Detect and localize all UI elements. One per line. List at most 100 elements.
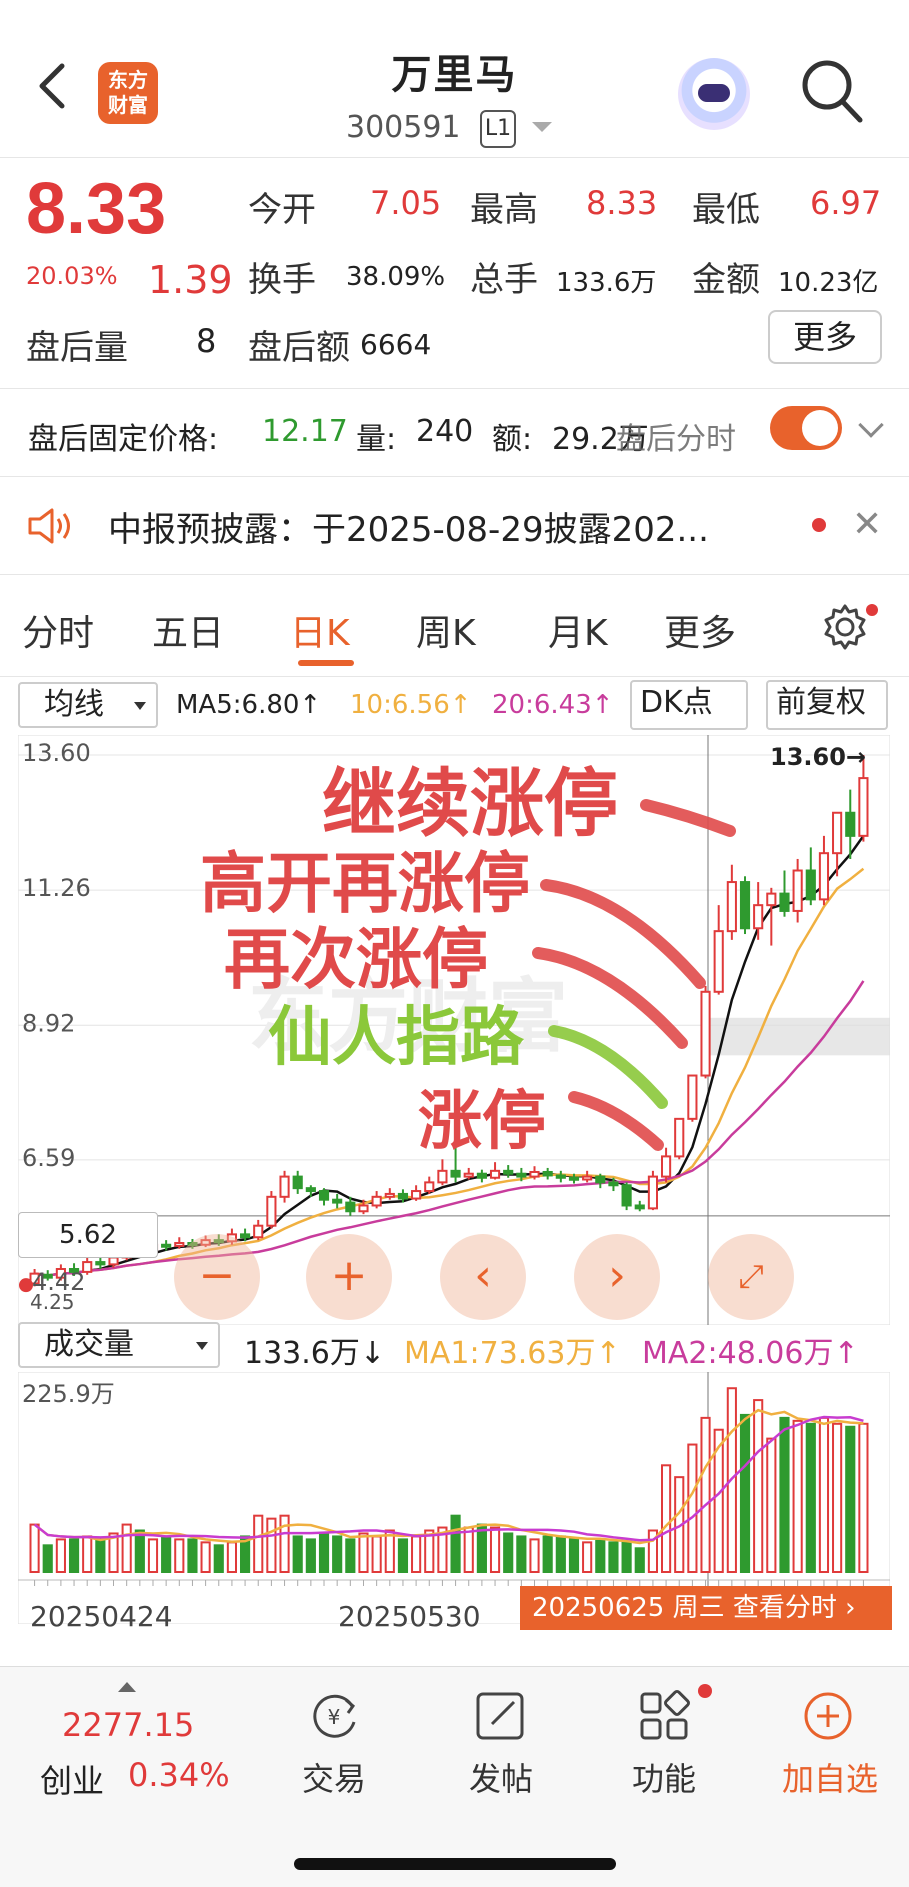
volume-bar <box>555 1535 566 1574</box>
crosshair-price-tag: 5.62 <box>18 1212 158 1258</box>
tab-timeshare[interactable]: 分时 <box>22 604 94 656</box>
annotation-limit-up: 涨停 <box>418 1085 546 1159</box>
candle-body <box>95 1261 106 1266</box>
candle-body <box>595 1175 606 1184</box>
gear-icon[interactable] <box>820 602 870 652</box>
close-icon[interactable]: ✕ <box>852 504 882 545</box>
volume-bar <box>134 1529 145 1573</box>
volume-bar <box>318 1532 330 1574</box>
chevron-down-icon[interactable] <box>858 412 884 438</box>
candle-body <box>371 1195 382 1207</box>
volume-bar <box>213 1544 224 1574</box>
caret-up-icon <box>118 1682 136 1692</box>
y-axis-label: 8.92 <box>22 1009 75 1037</box>
after-hours-fixed-label: 盘后固定价格: <box>28 422 219 457</box>
tab-daily-k[interactable]: 日K <box>290 604 350 656</box>
search-icon[interactable] <box>800 58 864 124</box>
volume-bar <box>687 1443 698 1573</box>
volume-indicator-select[interactable]: 成交量 <box>18 1322 220 1368</box>
candle-body <box>279 1175 290 1198</box>
index-change[interactable]: 0.34% <box>128 1756 230 1794</box>
turnover-label: 换手 <box>248 260 316 300</box>
candle-body <box>503 1169 514 1175</box>
pan-left-button[interactable]: ‹ <box>440 1234 526 1320</box>
volume-indicator-value: 成交量 <box>44 1327 134 1362</box>
candle-body <box>779 892 790 912</box>
more-button[interactable]: 更多 <box>768 310 882 364</box>
candle-body <box>700 990 711 1077</box>
view-timeshare-button[interactable]: 20250625 周三 查看分时 › <box>520 1586 892 1630</box>
candle-body <box>253 1224 264 1239</box>
post-label[interactable]: 发帖 <box>460 1754 542 1800</box>
candle-body <box>713 930 724 993</box>
candle-body <box>450 1169 461 1178</box>
y-axis-label: 11.26 <box>22 874 91 902</box>
notice-text[interactable]: 中报预披露：于2025-08-29披露202... <box>108 502 709 551</box>
volume-bar <box>463 1526 474 1573</box>
volume-bar <box>226 1541 238 1573</box>
add-watchlist-label[interactable]: 加自选 <box>772 1754 888 1800</box>
tab-more[interactable]: 更多 <box>664 604 736 656</box>
caret-down-icon <box>134 702 146 710</box>
volume-bar <box>384 1529 395 1573</box>
volume-bar <box>700 1416 711 1574</box>
candle-body <box>634 1204 645 1210</box>
candle-body <box>529 1170 540 1178</box>
high-price-tag: 13.60→ <box>770 743 866 771</box>
candle-body <box>437 1169 448 1184</box>
index-value[interactable]: 2277.15 <box>62 1706 194 1744</box>
candle-body <box>489 1169 501 1179</box>
level-badge[interactable]: L1 <box>480 110 516 148</box>
amount-value: 10.23亿 <box>778 268 879 298</box>
volume-bar <box>411 1535 422 1574</box>
dk-point-button[interactable]: DK点 <box>630 680 748 730</box>
adjust-mode-label: 前复权 <box>776 685 866 720</box>
volume-label: 总手 <box>470 260 538 300</box>
zoom-out-button[interactable]: − <box>174 1234 260 1320</box>
candle-body <box>266 1195 277 1227</box>
zoom-in-button[interactable]: + <box>306 1234 392 1320</box>
ai-assistant-icon[interactable] <box>678 58 750 130</box>
ma5-value: MA5:6.80↑ <box>176 690 322 720</box>
change-percent: 20.03% <box>26 262 118 290</box>
tab-weekly-k[interactable]: 周K <box>416 604 476 656</box>
candle-body <box>345 1201 356 1213</box>
volume-bar <box>371 1535 382 1574</box>
post-icon[interactable] <box>472 1688 528 1744</box>
candle-body <box>753 904 764 930</box>
candle-body <box>766 892 777 907</box>
speaker-icon <box>26 506 76 550</box>
function-label[interactable]: 功能 <box>622 1754 706 1800</box>
stock-code: 300591 <box>346 110 461 145</box>
function-grid-icon[interactable] <box>636 1688 692 1744</box>
after-hours-amount-label: 盘后额 <box>248 328 350 368</box>
candle-body <box>621 1184 632 1207</box>
adjust-mode-button[interactable]: 前复权 <box>766 680 888 730</box>
volume-bar <box>292 1535 303 1574</box>
volume-bar <box>161 1535 172 1574</box>
trade-icon[interactable]: ¥ <box>306 1688 362 1744</box>
after-hours-volume-label: 盘后量 <box>26 328 128 368</box>
candle-body <box>818 852 830 901</box>
candle-body <box>726 881 737 933</box>
fullscreen-icon[interactable]: ⤢ <box>708 1234 794 1320</box>
volume-bar <box>845 1425 856 1573</box>
tab-monthly-k[interactable]: 月K <box>548 604 608 656</box>
last-price: 8.33 <box>26 169 167 249</box>
index-name[interactable]: 创业 <box>40 1756 104 1802</box>
volume-bar <box>345 1538 356 1573</box>
after-hours-toggle[interactable] <box>770 406 842 450</box>
pan-right-button[interactable]: › <box>574 1234 660 1320</box>
trade-label[interactable]: 交易 <box>296 1754 372 1800</box>
add-watchlist-icon[interactable] <box>800 1688 856 1744</box>
chevron-down-icon[interactable] <box>532 122 552 132</box>
volume-bar <box>95 1538 106 1573</box>
volume-bar <box>779 1416 790 1574</box>
after-hours-fixed-price: 12.17 <box>262 414 348 449</box>
volume-current: 133.6万↓ <box>244 1336 386 1371</box>
volume-bar <box>621 1541 632 1573</box>
candle-body <box>292 1175 303 1190</box>
unread-dot <box>812 518 826 532</box>
indicator-select[interactable]: 均线 <box>18 682 158 728</box>
tab-five-day[interactable]: 五日 <box>152 604 224 656</box>
